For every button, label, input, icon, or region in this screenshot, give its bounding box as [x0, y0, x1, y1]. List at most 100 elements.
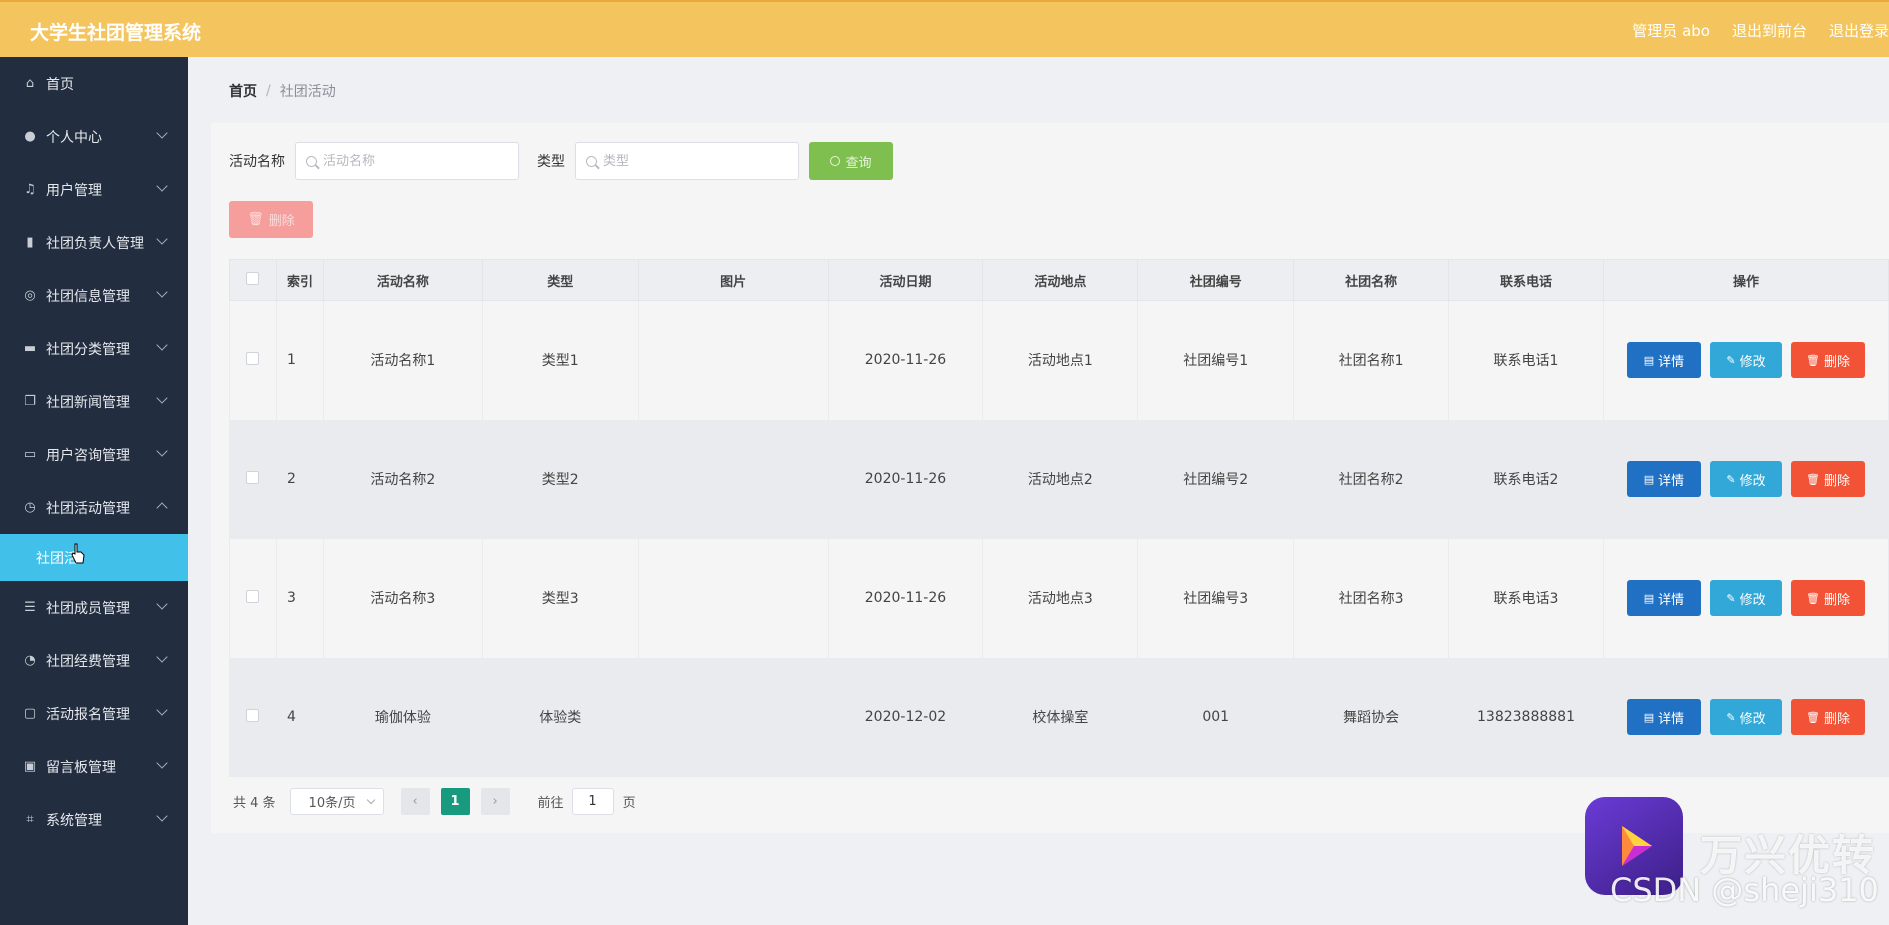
- query-button[interactable]: 查询: [809, 142, 893, 180]
- edit-button[interactable]: ✎ 修改: [1709, 580, 1782, 616]
- cell-phone: 13823888881: [1448, 657, 1604, 777]
- sidebar-item-consult[interactable]: ▭ 用户咨询管理: [0, 428, 188, 481]
- goto-page-input[interactable]: 1: [571, 787, 614, 815]
- type-input[interactable]: [603, 153, 783, 169]
- edit-button[interactable]: ✎ 修改: [1709, 461, 1782, 497]
- page-size-select[interactable]: 10条/页: [289, 787, 384, 815]
- edit-button[interactable]: ✎ 修改: [1709, 699, 1782, 735]
- logout-link[interactable]: 退出登录: [1829, 20, 1889, 41]
- sidebar-item-users[interactable]: ♫ 用户管理: [0, 163, 188, 216]
- sidebar-item-club-category[interactable]: ▬ 社团分类管理: [0, 322, 188, 375]
- sidebar-item-label: 社团成员管理: [46, 600, 130, 617]
- sidebar-item-personal[interactable]: ● 个人中心: [0, 110, 188, 163]
- page-number-current[interactable]: 1: [440, 787, 470, 815]
- sidebar-item-home[interactable]: ⌂ 首页: [0, 57, 188, 110]
- activity-table: 索引 活动名称 类型 图片 活动日期 活动地点 社团编号 社团名称 联系电话 操…: [229, 259, 1889, 777]
- pencil-icon: ✎: [1726, 591, 1736, 605]
- sidebar-subitem-activity[interactable]: 社团活: [0, 534, 188, 581]
- clock-icon: ◷: [24, 500, 36, 515]
- delete-button[interactable]: 🗑 删除: [1790, 699, 1865, 735]
- edit-button[interactable]: ✎ 修改: [1709, 342, 1782, 379]
- sidebar-item-club-info[interactable]: ◎ 社团信息管理: [0, 269, 188, 322]
- chevron-right-icon: ›: [492, 793, 498, 809]
- sidebar-item-club-news[interactable]: ❐ 社团新闻管理: [0, 375, 188, 428]
- cell-place: 校体操室: [982, 657, 1139, 777]
- col-header: 社团编号: [1137, 259, 1295, 301]
- chevron-down-icon: [156, 651, 168, 663]
- hand-cursor-icon: [71, 543, 85, 564]
- cell-place: 活动地点1: [982, 300, 1139, 420]
- mic-icon: ♫: [24, 182, 36, 197]
- crop-icon: ⌗: [26, 812, 34, 827]
- select-all-checkbox[interactable]: [246, 271, 260, 285]
- row-checkbox[interactable]: [246, 589, 260, 603]
- sidebar-item-club-funds[interactable]: ◔ 社团经费管理: [0, 634, 188, 687]
- trash-icon: 🗑: [1805, 710, 1820, 724]
- delete-button[interactable]: 🗑 删除: [1790, 580, 1865, 616]
- row-checkbox[interactable]: [246, 708, 260, 722]
- sidebar-item-label: 用户管理: [46, 182, 102, 199]
- breadcrumb-home[interactable]: 首页: [229, 81, 257, 101]
- sidebar-item-club-activity[interactable]: ◷ 社团活动管理: [0, 481, 188, 534]
- query-button-label: 查询: [845, 155, 872, 171]
- col-header: 图片: [637, 259, 829, 301]
- col-header: 活动名称: [322, 259, 483, 301]
- col-header: 社团名称: [1293, 259, 1450, 301]
- bulk-delete-button[interactable]: 🗑 删除: [229, 201, 313, 238]
- sidebar-item-label: 社团负责人管理: [46, 235, 144, 252]
- sidebar-item-label: 社团新闻管理: [46, 394, 130, 411]
- table-header-row: 索引 活动名称 类型 图片 活动日期 活动地点 社团编号 社团名称 联系电话 操…: [229, 259, 1889, 301]
- prev-page-button[interactable]: ‹: [400, 787, 430, 815]
- cell-code: 001: [1137, 657, 1295, 777]
- pencil-icon: ✎: [1726, 472, 1736, 486]
- bar-chart-icon: ▮: [26, 235, 34, 250]
- chevron-left-icon: ‹: [412, 793, 418, 809]
- sidebar-item-label: 留言板管理: [46, 759, 116, 776]
- table-row: 3 活动名称3 类型3 2020-11-26 活动地点3 社团编号3 社团名称3…: [229, 538, 1889, 658]
- table-row: 1 活动名称1 类型1 2020-11-26 活动地点1 社团编号1 社团名称1…: [229, 300, 1889, 420]
- row-checkbox[interactable]: [246, 351, 260, 365]
- cell-index: 1: [275, 300, 324, 420]
- watermark-csdn: CSDN @sheji310: [1610, 871, 1879, 909]
- breadcrumb-separator: /: [266, 83, 271, 99]
- sidebar-item-system[interactable]: ⌗ 系统管理: [0, 793, 188, 846]
- copy-icon: ❐: [24, 394, 36, 409]
- sidebar-item-label: 系统管理: [46, 812, 102, 829]
- chevron-down-icon: [156, 339, 168, 351]
- cell-club: 社团名称1: [1293, 300, 1450, 420]
- chevron-down-icon: [156, 233, 168, 245]
- cell-place: 活动地点3: [982, 538, 1139, 658]
- row-checkbox[interactable]: [246, 470, 260, 484]
- row-select-cell: [229, 657, 277, 777]
- sidebar-item-club-leader[interactable]: ▮ 社团负责人管理: [0, 216, 188, 269]
- cell-name: 活动名称1: [322, 300, 483, 420]
- delete-button[interactable]: 🗑 删除: [1790, 461, 1865, 497]
- cell-date: 2020-11-26: [827, 419, 984, 539]
- cell-code: 社团编号1: [1137, 300, 1295, 420]
- chevron-down-icon: [156, 757, 168, 769]
- sidebar-item-signup[interactable]: ▢ 活动报名管理: [0, 687, 188, 740]
- cell-place: 活动地点2: [982, 419, 1139, 539]
- cell-club: 舞蹈协会: [1293, 657, 1450, 777]
- col-header: 联系电话: [1448, 259, 1604, 301]
- activity-name-input[interactable]: [323, 153, 503, 169]
- next-page-button[interactable]: ›: [480, 787, 510, 815]
- cell-image: [637, 538, 829, 658]
- message-icon: ▢: [23, 706, 37, 721]
- trash-icon: 🗑: [1805, 353, 1820, 367]
- detail-button[interactable]: ▤ 详情: [1626, 342, 1701, 379]
- sidebar-item-guestbook[interactable]: ▣ 留言板管理: [0, 740, 188, 793]
- page-size-value: 10条/页: [308, 795, 356, 811]
- chevron-down-icon: [156, 810, 168, 822]
- chevron-down-icon: [156, 445, 168, 457]
- cell-code: 社团编号2: [1137, 419, 1295, 539]
- detail-button[interactable]: ▤ 详情: [1626, 699, 1701, 735]
- delete-button[interactable]: 🗑 删除: [1790, 342, 1865, 379]
- cell-name: 瑜伽体验: [322, 657, 483, 777]
- total-count: 共 4 条: [233, 795, 276, 811]
- sidebar-item-club-member[interactable]: ☰ 社团成员管理: [0, 581, 188, 634]
- exit-front-link[interactable]: 退出到前台: [1732, 20, 1807, 41]
- detail-button[interactable]: ▤ 详情: [1626, 461, 1701, 497]
- detail-button[interactable]: ▤ 详情: [1626, 580, 1701, 616]
- cell-image: [637, 300, 829, 420]
